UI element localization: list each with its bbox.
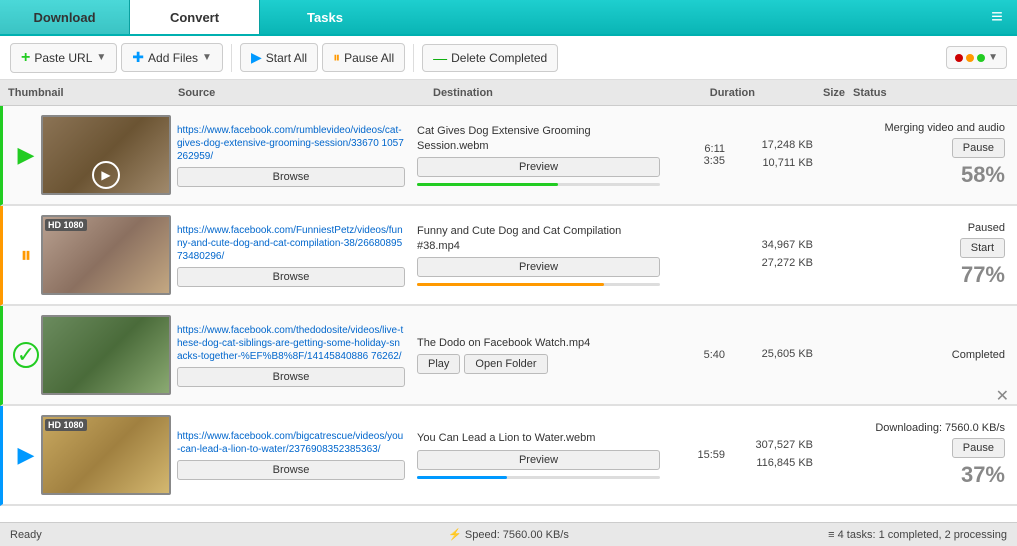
separator-2 (413, 44, 414, 72)
task-1-status-col: Merging video and audio Pause 58% (819, 122, 1009, 188)
task-4-close-button[interactable]: ✕ (996, 386, 1009, 406)
top-navigation: Download Convert Tasks ≡ (0, 0, 1017, 36)
pause-icon: ⏸ (20, 242, 31, 268)
tasks-container: ▶ ▶ https://www.facebook.com/rumblevideo… (0, 106, 1017, 522)
task-2-status-col: Paused Start 77% (819, 222, 1009, 288)
task-1-dest-col: Cat Gives Dog Extensive Grooming Session… (411, 124, 666, 186)
task-2-browse-button[interactable]: Browse (177, 267, 405, 287)
table-row: ▶ HD 1080 https://www.facebook.com/bigca… (0, 406, 1017, 506)
pause-all-icon: ⏸ (333, 49, 340, 66)
col-header-thumbnail: Thumbnail (8, 87, 178, 99)
task-2-dest-col: Funny and Cute Dog and Cat Compilation #… (411, 224, 666, 286)
task-4-action-button[interactable]: Pause (952, 438, 1005, 458)
delete-completed-icon: — (433, 50, 447, 66)
delete-completed-button[interactable]: — Delete Completed (422, 44, 558, 72)
task-4-progress-bar-container (417, 476, 660, 479)
task-1-thumbnail: ▶ (41, 115, 171, 195)
task-3-open-folder-button[interactable]: Open Folder (464, 354, 547, 374)
task-3-play-button[interactable]: Play (417, 354, 460, 374)
task-3-thumbnail (41, 315, 171, 395)
add-files-icon: ✚ (132, 49, 144, 66)
task-4-progress-bar (417, 476, 507, 479)
task-1-size: 17,248 KB10,711 KB (731, 137, 819, 172)
task-1-browse-button[interactable]: Browse (177, 167, 405, 187)
task-2-progress-bar (417, 283, 604, 286)
task-2-size: 34,967 KB27,272 KB (731, 237, 819, 272)
task-4-preview-button[interactable]: Preview (417, 450, 660, 470)
task-1-progress-bar (417, 183, 558, 186)
task-2-thumbnail: HD 1080 (41, 215, 171, 295)
task-1-status-icon: ▶ (11, 142, 41, 168)
speed-icon: ⚡ (448, 529, 462, 541)
options-dots-button[interactable]: ▼ (946, 46, 1007, 69)
play-icon: ▶ (18, 142, 35, 168)
pause-all-button[interactable]: ⏸ Pause All (322, 43, 405, 72)
check-icon: ✓ (13, 342, 39, 368)
task-4-size: 307,527 KB116,845 KB (731, 437, 819, 472)
task-1-action-button[interactable]: Pause (952, 138, 1005, 158)
task-4-status-icon: ▶ (11, 442, 41, 468)
task-2-status-icon: ⏸ (11, 242, 41, 268)
task-3-dest-col: The Dodo on Facebook Watch.mp4 Play Open… (411, 336, 666, 374)
task-4-status-col: ✕ Downloading: 7560.0 KB/s Pause 37% (819, 422, 1009, 488)
dot-red (955, 54, 963, 62)
play-icon: ▶ (18, 442, 35, 468)
toolbar: + Paste URL ▼ ✚ Add Files ▼ ▶ Start All … (0, 36, 1017, 80)
task-2-action-button[interactable]: Start (960, 238, 1005, 258)
task-3-status-col: Completed (819, 349, 1009, 361)
task-1-source-col: https://www.facebook.com/rumblevideo/vid… (171, 124, 411, 187)
task-2-source-col: https://www.facebook.com/FunniestPetz/vi… (171, 224, 411, 287)
menu-button[interactable]: ≡ (977, 0, 1017, 34)
task-4-thumbnail: HD 1080 (41, 415, 171, 495)
task-2-preview-button[interactable]: Preview (417, 257, 660, 277)
start-all-icon: ▶ (251, 49, 262, 66)
paste-url-button[interactable]: + Paste URL ▼ (10, 43, 117, 73)
separator-1 (231, 44, 232, 72)
tab-tasks[interactable]: Tasks (260, 0, 390, 34)
task-3-status-icon: ✓ (11, 342, 41, 368)
table-header: Thumbnail Source Destination Duration Si… (0, 80, 1017, 106)
dot-orange (966, 54, 974, 62)
task-2-badge: HD 1080 (45, 219, 87, 231)
status-ready: Ready (10, 529, 342, 541)
table-row: ✓ https://www.facebook.com/thedodosite/v… (0, 306, 1017, 406)
col-header-source: Source (178, 87, 433, 99)
status-bar: Ready ⚡ Speed: 7560.00 KB/s ≡ 4 tasks: 1… (0, 522, 1017, 546)
hamburger-icon: ≡ (991, 6, 1003, 29)
status-speed: ⚡ Speed: 7560.00 KB/s (342, 528, 674, 541)
paste-url-dropdown-arrow: ▼ (96, 52, 106, 63)
task-4-dest-col: You Can Lead a Lion to Water.webm Previe… (411, 431, 666, 478)
task-3-duration: 5:40 (666, 349, 731, 361)
task-4-browse-button[interactable]: Browse (177, 460, 405, 480)
task-4-duration: 15:59 (666, 449, 731, 461)
col-header-destination: Destination (433, 87, 693, 99)
tab-download[interactable]: Download (0, 0, 130, 34)
task-3-browse-button[interactable]: Browse (177, 367, 405, 387)
table-row: ▶ ▶ https://www.facebook.com/rumblevideo… (0, 106, 1017, 206)
tab-convert[interactable]: Convert (130, 0, 260, 34)
table-row: ⏸ HD 1080 https://www.facebook.com/Funni… (0, 206, 1017, 306)
task-1-progress-bar-container (417, 183, 660, 186)
col-header-status: Status (853, 87, 1009, 99)
add-files-button[interactable]: ✚ Add Files ▼ (121, 43, 223, 72)
task-2-progress-bar-container (417, 283, 660, 286)
tasks-icon: ≡ (828, 529, 834, 541)
dot-green (977, 54, 985, 62)
plus-icon: + (21, 49, 30, 67)
task-3-size: 25,605 KB (731, 346, 819, 364)
col-header-duration: Duration (693, 87, 763, 99)
task-3-source-col: https://www.facebook.com/thedodosite/vid… (171, 324, 411, 387)
task-4-source-col: https://www.facebook.com/bigcatrescue/vi… (171, 430, 411, 480)
status-tasks-info: ≡ 4 tasks: 1 completed, 2 processing (675, 529, 1007, 541)
task-4-badge: HD 1080 (45, 419, 87, 431)
nav-spacer (390, 0, 977, 34)
add-files-dropdown-arrow: ▼ (202, 52, 212, 63)
task-1-duration: 6:113:35 (666, 143, 731, 167)
dots-dropdown-arrow: ▼ (988, 52, 998, 63)
start-all-button[interactable]: ▶ Start All (240, 43, 318, 72)
task-1-preview-button[interactable]: Preview (417, 157, 660, 177)
col-header-size: Size (763, 87, 853, 99)
